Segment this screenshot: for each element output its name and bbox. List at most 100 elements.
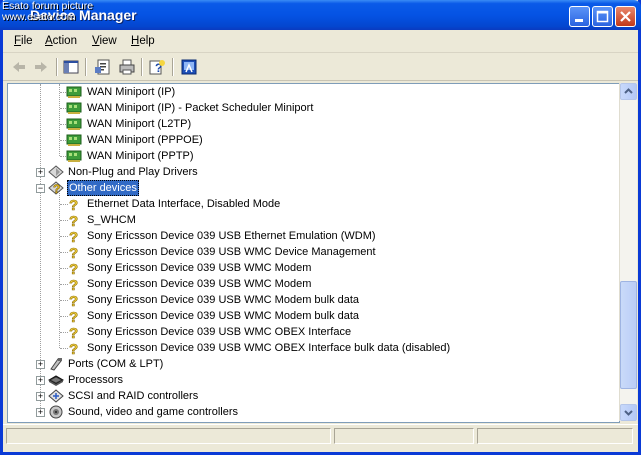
svg-text:?: ? (69, 261, 78, 275)
expand-button[interactable]: + (36, 392, 45, 401)
svg-text:?: ? (69, 213, 78, 227)
device-manager-window: Device Manager Esato forum picture www.e… (0, 0, 641, 455)
close-button[interactable] (615, 6, 636, 27)
unknown-device-icon: ? (69, 309, 79, 323)
back-arrow-icon[interactable] (10, 58, 28, 76)
tree-row-other-item[interactable]: ? Sony Ericsson Device 039 USB WMC Modem… (8, 308, 608, 324)
toolbar-separator (85, 58, 87, 76)
tree-category-label: Non-Plug and Play Drivers (68, 166, 198, 178)
tree-row-other-item[interactable]: ? Sony Ericsson Device 039 USB Ethernet … (8, 228, 608, 244)
svg-text:?: ? (69, 277, 78, 291)
tree-item-label: Sony Ericsson Device 039 USB WMC Modem (87, 278, 312, 290)
tree-row-other-item[interactable]: ? Sony Ericsson Device 039 USB WMC OBEX … (8, 340, 608, 356)
unknown-device-icon: ? (69, 229, 79, 243)
tree-row-other-devices[interactable]: − ? Other devices (8, 180, 608, 196)
device-tree[interactable]: WAN Miniport (IP) WAN Miniport (IP) - Pa… (7, 83, 620, 423)
unknown-device-icon: ? (69, 197, 79, 211)
properties-icon[interactable] (94, 58, 112, 76)
scroll-up-button[interactable] (620, 83, 637, 100)
menu-bar: File Action View Help (3, 30, 638, 53)
unknown-device-icon: ? (69, 245, 79, 259)
watermark-line-2: www.esato.com (2, 11, 76, 23)
menu-action[interactable]: Action (45, 35, 77, 47)
menu-file[interactable]: File (14, 35, 33, 47)
tree-item-label: Sony Ericsson Device 039 USB WMC Modem (87, 262, 312, 274)
tree-row-wan-pptp[interactable]: WAN Miniport (PPTP) (8, 148, 608, 164)
title-bar[interactable]: Device Manager Esato forum picture www.e… (0, 0, 641, 30)
tree-row-other-item[interactable]: ? Sony Ericsson Device 039 USB WMC OBEX … (8, 324, 608, 340)
watermark: Esato forum picture www.esato.com (2, 1, 93, 23)
vertical-scrollbar[interactable] (619, 83, 637, 421)
tree-item-label: Sony Ericsson Device 039 USB WMC Modem b… (87, 294, 360, 306)
svg-text:?: ? (69, 229, 78, 243)
toolbar: ? (3, 54, 638, 81)
tree-row-non-plug[interactable]: + Non-Plug and Play Drivers (8, 164, 608, 180)
tree-category-label-selected: Other devices (67, 180, 139, 196)
tree-item-label: Sony Ericsson Device 039 USB WMC OBEX In… (87, 326, 352, 338)
tree-row-ports[interactable]: + Ports (COM & LPT) (8, 356, 608, 372)
expand-button[interactable]: + (36, 168, 45, 177)
tree-item-label: S_WHCM (87, 214, 136, 226)
unknown-device-icon: ? (69, 277, 79, 291)
non-plug-driver-icon (48, 165, 64, 179)
tree-row-other-item[interactable]: ? S_WHCM (8, 212, 608, 228)
maximize-button[interactable] (592, 6, 613, 27)
toolbar-separator (172, 58, 174, 76)
tree-row-other-item[interactable]: ? Sony Ericsson Device 039 USB WMC Devic… (8, 244, 608, 260)
tree-row-other-item[interactable]: ? Sony Ericsson Device 039 USB WMC Modem (8, 260, 608, 276)
print-icon[interactable] (118, 58, 136, 76)
tree-row-wan-pppoe[interactable]: WAN Miniport (PPPOE) (8, 132, 608, 148)
svg-text:?: ? (69, 245, 78, 259)
menu-help[interactable]: Help (131, 35, 155, 47)
status-pane-2 (334, 428, 474, 444)
port-connector-icon (50, 358, 62, 371)
tree-row-other-item[interactable]: ? Sony Ericsson Device 039 USB WMC Modem (8, 276, 608, 292)
network-adapter-icon (66, 150, 82, 162)
status-pane-3 (477, 428, 633, 444)
unknown-device-icon: ? (69, 325, 79, 339)
tree-item-label: WAN Miniport (PPPOE) (87, 134, 203, 146)
unknown-device-icon: ? (69, 341, 79, 355)
expand-button[interactable]: + (36, 408, 45, 417)
forward-arrow-icon[interactable] (32, 58, 50, 76)
processor-chip-icon (48, 375, 64, 386)
tree-row-other-item[interactable]: ? Sony Ericsson Device 039 USB WMC Modem… (8, 292, 608, 308)
chevron-up-icon (624, 88, 633, 94)
show-hide-console-tree-icon[interactable] (62, 58, 80, 76)
tree-category-label: Sound, video and game controllers (68, 406, 238, 418)
svg-text:?: ? (69, 197, 78, 211)
tree-row-processors[interactable]: + Processors (8, 372, 608, 388)
tree-item-label: WAN Miniport (PPTP) (87, 150, 194, 162)
scroll-thumb[interactable] (620, 281, 637, 389)
tree-category-label: Processors (68, 374, 124, 386)
tree-item-label: Ethernet Data Interface, Disabled Mode (87, 198, 281, 210)
tree-row-wan-l2tp[interactable]: WAN Miniport (L2TP) (8, 116, 608, 132)
help-icon[interactable]: ? (148, 58, 166, 76)
scroll-down-button[interactable] (620, 404, 637, 421)
tree-item-label: Sony Ericsson Device 039 USB WMC Modem b… (87, 310, 360, 322)
unknown-device-icon: ? (69, 261, 79, 275)
menu-view[interactable]: View (92, 35, 117, 47)
svg-text:?: ? (69, 293, 78, 307)
collapse-button[interactable]: − (36, 184, 45, 193)
toolbar-separator (56, 58, 58, 76)
tree-row-wan-ip[interactable]: WAN Miniport (IP) (8, 84, 608, 100)
unknown-device-icon: ? (69, 293, 79, 307)
status-pane-main (6, 428, 331, 444)
minimize-button[interactable] (569, 6, 590, 27)
tree-item-label: Sony Ericsson Device 039 USB WMC Device … (87, 246, 376, 258)
network-adapter-icon (66, 134, 82, 146)
tree-row-wan-ip-psm[interactable]: WAN Miniport (IP) - Packet Scheduler Min… (8, 100, 608, 116)
tree-row-sound[interactable]: + Sound, video and game controllers (8, 404, 608, 420)
tree-item-label: WAN Miniport (IP) - Packet Scheduler Min… (87, 102, 314, 114)
svg-text:?: ? (69, 341, 78, 355)
tree-row-scsi[interactable]: + SCSI and RAID controllers (8, 388, 608, 404)
scsi-controller-icon (48, 389, 64, 403)
expand-button[interactable]: + (36, 376, 45, 385)
maximize-icon (596, 10, 609, 23)
expand-button[interactable]: + (36, 360, 45, 369)
svg-text:?: ? (53, 182, 60, 195)
tree-row-other-item[interactable]: ? Ethernet Data Interface, Disabled Mode (8, 196, 608, 212)
update-driver-icon[interactable] (180, 58, 198, 76)
svg-text:?: ? (69, 325, 78, 339)
